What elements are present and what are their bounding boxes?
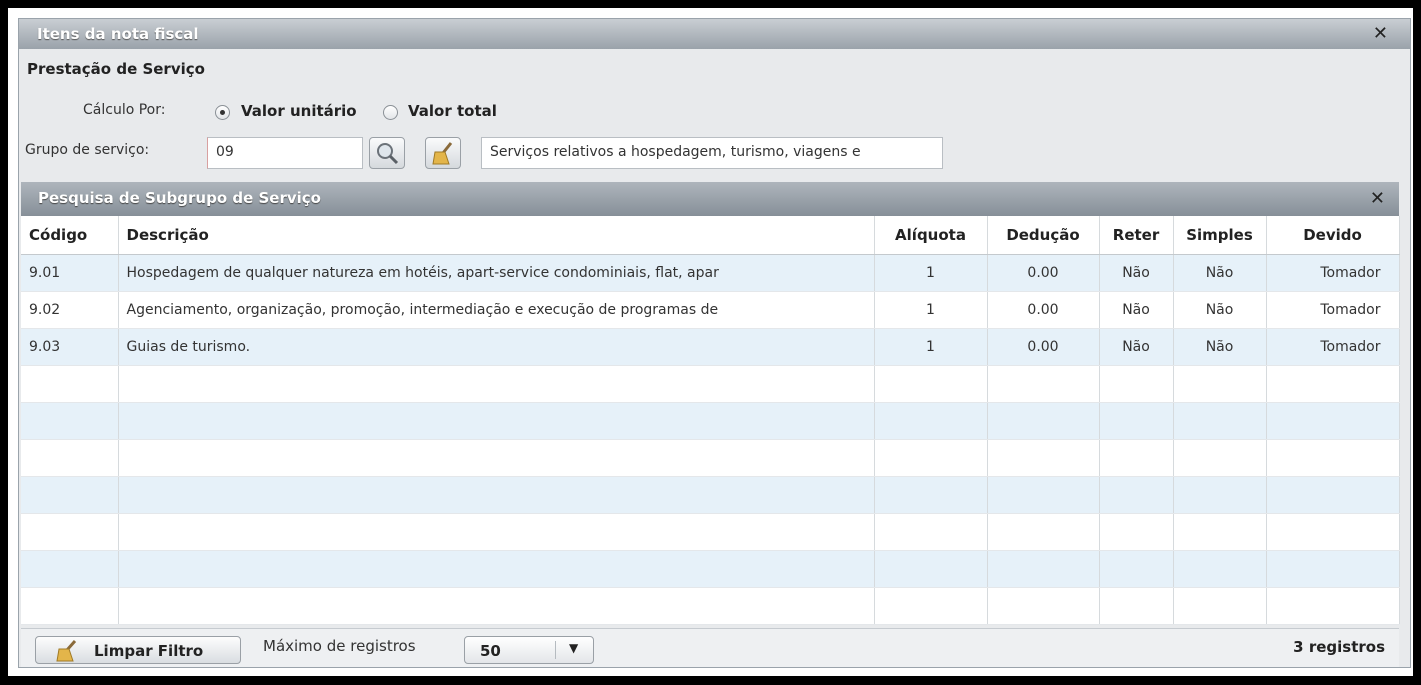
broom-icon [56,640,77,662]
cell-aliquota: 1 [874,328,988,366]
cell-codigo: 9.03 [21,328,119,366]
cell-simples: Não [1173,254,1267,292]
cell-descricao: Hospedagem de qualquer natureza em hotéi… [118,254,875,292]
cell-codigo: 9.02 [21,291,119,329]
grupo-servico-description: Serviços relativos a hospedagem, turismo… [481,137,943,169]
column-header-reter[interactable]: Reter [1099,216,1174,255]
subgrupo-table: Código Descrição Alíquota Dedução Reter … [21,216,1400,625]
calculo-label: Cálculo Por: [83,102,166,118]
select-divider [555,641,556,659]
cell-reter: Não [1099,328,1174,366]
cell-devido: Tomador [1266,254,1400,292]
search-button[interactable] [369,137,405,169]
table-row[interactable]: 9.03 Guias de turismo. 1 0.00 Não Não To… [21,328,1400,366]
cell-aliquota: 1 [874,291,988,329]
table-row[interactable]: 9.01 Hospedagem de qualquer natureza em … [21,254,1400,292]
empty-row [21,550,1400,588]
cell-simples: Não [1173,291,1267,329]
close-icon[interactable]: ✕ [1373,23,1388,44]
empty-row [21,365,1400,403]
close-icon[interactable]: ✕ [1370,188,1385,209]
cell-descricao: Guias de turismo. [118,328,875,366]
empty-row [21,476,1400,514]
clear-button[interactable] [425,137,461,169]
limpar-filtro-button[interactable]: Limpar Filtro [35,636,241,664]
table-header-row: Código Descrição Alíquota Dedução Reter … [21,216,1400,255]
cell-simples: Não [1173,328,1267,366]
dialog-titlebar: Pesquisa de Subgrupo de Serviço ✕ [21,182,1399,216]
table-row[interactable]: 9.02 Agenciamento, organização, promoção… [21,291,1400,329]
column-header-codigo[interactable]: Código [21,216,119,255]
cell-reter: Não [1099,291,1174,329]
cell-devido: Tomador [1266,291,1400,329]
column-header-simples[interactable]: Simples [1173,216,1267,255]
broom-icon [432,142,453,165]
window-title: Itens da nota fiscal [37,25,199,43]
max-registros-label: Máximo de registros [263,637,416,655]
cell-deducao: 0.00 [987,254,1100,292]
grupo-servico-label: Grupo de serviço: [25,142,150,158]
radio-valor-unitario[interactable] [215,105,230,120]
magnifier-icon [377,143,399,165]
radio-valor-total-label[interactable]: Valor total [408,102,497,120]
dialog-title: Pesquisa de Subgrupo de Serviço [38,189,321,207]
radio-valor-unitario-label[interactable]: Valor unitário [241,102,357,120]
max-registros-value: 50 [480,642,501,660]
cell-reter: Não [1099,254,1174,292]
record-count: 3 registros [1293,638,1385,656]
dialog-footer-toolbar: Limpar Filtro Máximo de registros 50 ▼ 3… [21,628,1399,667]
column-header-devido[interactable]: Devido [1266,216,1400,255]
empty-row [21,439,1400,477]
cell-deducao: 0.00 [987,328,1100,366]
section-title: Prestação de Serviço [27,60,205,78]
window-titlebar: Itens da nota fiscal ✕ [19,19,1410,49]
empty-row [21,513,1400,551]
cell-aliquota: 1 [874,254,988,292]
grupo-servico-code-input[interactable]: 09 [207,137,363,169]
empty-row [21,402,1400,440]
cell-deducao: 0.00 [987,291,1100,329]
max-registros-select[interactable]: 50 ▼ [464,636,594,664]
empty-row [21,587,1400,625]
cell-descricao: Agenciamento, organização, promoção, int… [118,291,875,329]
column-header-descricao[interactable]: Descrição [118,216,875,255]
cell-devido: Tomador [1266,328,1400,366]
column-header-aliquota[interactable]: Alíquota [874,216,988,255]
pesquisa-subgrupo-dialog: Pesquisa de Subgrupo de Serviço ✕ Código… [21,182,1400,625]
limpar-filtro-label: Limpar Filtro [94,642,204,660]
column-header-deducao[interactable]: Dedução [987,216,1100,255]
radio-valor-total[interactable] [383,105,398,120]
cell-codigo: 9.01 [21,254,119,292]
chevron-down-icon[interactable]: ▼ [569,641,578,655]
